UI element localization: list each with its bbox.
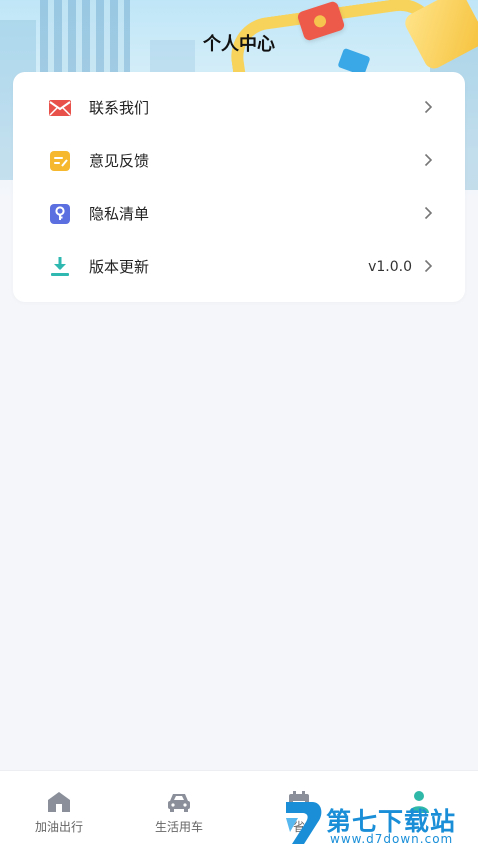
tab-label: 加油出行: [34, 820, 83, 834]
menu-item-label: 联系我们: [89, 99, 150, 117]
feedback-icon: [50, 151, 70, 171]
version-number: v1.0.0: [368, 259, 412, 275]
chevron-right-icon: [424, 259, 433, 273]
watermark-url: www.d7down.com: [330, 832, 454, 846]
menu-item-contact-us[interactable]: 联系我们: [13, 82, 465, 135]
download-icon: [51, 257, 69, 276]
car-icon: [168, 794, 190, 812]
menu-item-label: 隐私清单: [89, 205, 150, 223]
tab-fuel-travel[interactable]: 加油出行: [14, 789, 104, 841]
chevron-right-icon: [424, 100, 433, 114]
menu-item-version-update[interactable]: 版本更新 v1.0.0: [13, 241, 465, 294]
privacy-icon: [50, 204, 70, 224]
tab-life-car[interactable]: 生活用车: [134, 789, 224, 841]
menu-item-privacy-list[interactable]: 隐私清单: [13, 188, 465, 241]
mail-icon: [49, 100, 71, 116]
menu-item-feedback[interactable]: 意见反馈: [13, 135, 465, 188]
page-title: 个人中心: [203, 34, 275, 55]
tab-label: 生活用车: [154, 820, 203, 834]
site-watermark: 第七下载站 www.d7down.com: [282, 798, 478, 850]
d7-logo-icon: [286, 802, 322, 844]
home-icon: [48, 792, 70, 812]
menu-card: 联系我们 意见反馈 隐私清单 版本更新 v1.0.0: [13, 72, 465, 302]
menu-item-label: 意见反馈: [89, 152, 150, 170]
menu-item-label: 版本更新: [89, 258, 150, 276]
chevron-right-icon: [424, 206, 433, 220]
chevron-right-icon: [424, 153, 433, 167]
